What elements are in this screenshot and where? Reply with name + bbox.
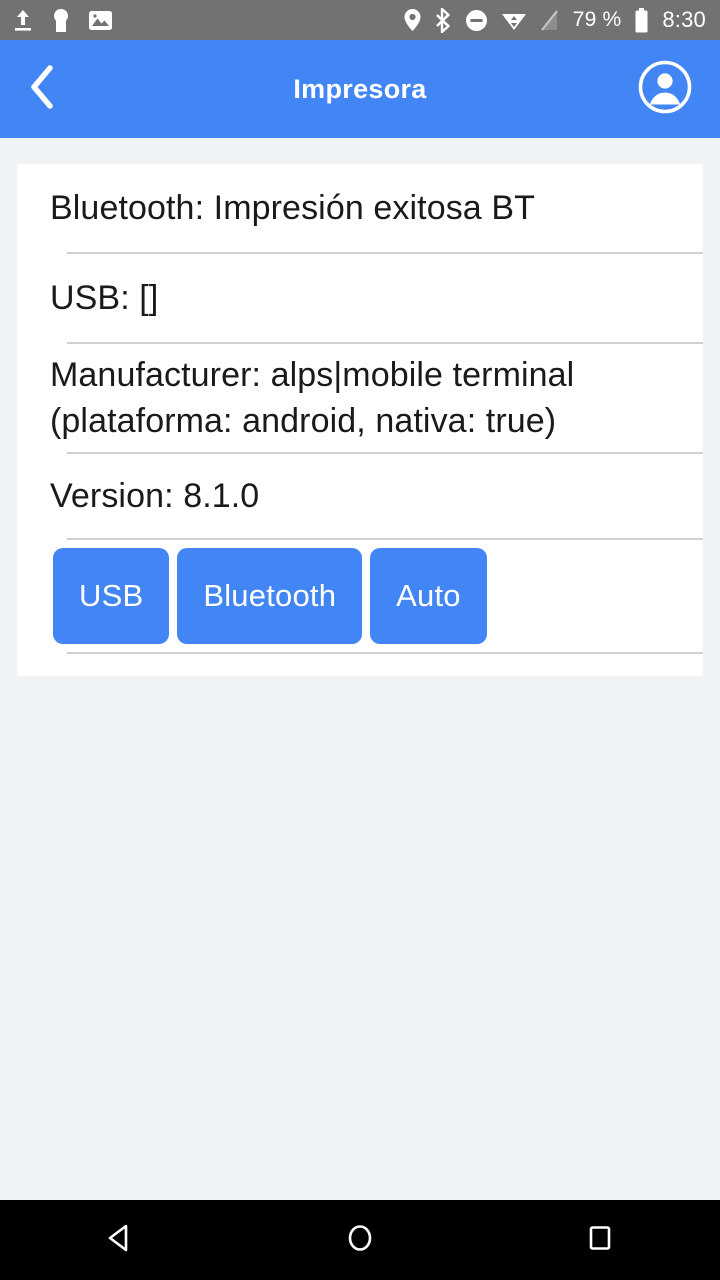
do-not-disturb-icon: [465, 9, 488, 32]
info-row-manufacturer: Manufacturer: alps|mobile terminal (plat…: [17, 344, 703, 452]
page-title: Impresora: [293, 73, 427, 104]
info-row-version-text: Version: 8.1.0: [50, 477, 260, 515]
chevron-left-icon: [27, 64, 57, 115]
bluetooth-icon: [435, 7, 452, 33]
info-row-bluetooth-text: Bluetooth: Impresión exitosa BT: [50, 189, 536, 227]
usb-debug-icon: [52, 8, 70, 33]
printer-info-card: Bluetooth: Impresión exitosa BT USB: [] …: [17, 164, 703, 676]
app-bar: Impresora: [0, 40, 720, 138]
auto-button[interactable]: Auto: [370, 548, 487, 644]
nav-recents-icon: [583, 1221, 617, 1260]
nav-back-icon: [103, 1221, 137, 1260]
wifi-icon: [501, 9, 527, 31]
nav-home-icon: [343, 1221, 377, 1260]
location-icon: [403, 8, 422, 32]
android-navigation-bar: [0, 1200, 720, 1280]
usb-button[interactable]: USB: [53, 548, 170, 644]
status-bar-clock: 8:30: [662, 7, 706, 32]
back-button[interactable]: [14, 61, 70, 117]
info-row-bluetooth: Bluetooth: Impresión exitosa BT: [17, 164, 703, 252]
row-separator: [67, 652, 703, 654]
battery-percent-label: 79 %: [572, 8, 622, 31]
info-row-manufacturer-text: Manufacturer: alps|mobile terminal (plat…: [50, 356, 575, 440]
status-bar-left-icons: [12, 8, 113, 33]
upload-icon: [12, 8, 34, 32]
info-row-version: Version: 8.1.0: [17, 454, 703, 538]
nav-recents-button[interactable]: [555, 1200, 645, 1280]
no-signal-icon: [540, 9, 560, 32]
connection-buttons-row: USB Bluetooth Auto: [17, 540, 703, 652]
info-row-usb: USB: []: [17, 254, 703, 342]
connection-buttons: USB Bluetooth Auto: [53, 548, 487, 644]
nav-back-button[interactable]: [75, 1200, 165, 1280]
account-button[interactable]: [636, 60, 694, 118]
status-bar-right-icons: 79 % 8:30: [403, 7, 706, 33]
status-bar: 79 % 8:30: [0, 0, 720, 40]
battery-icon: [634, 7, 649, 33]
nav-home-button[interactable]: [315, 1200, 405, 1280]
content-area: Bluetooth: Impresión exitosa BT USB: [] …: [0, 138, 720, 1280]
image-icon: [88, 9, 113, 32]
info-row-usb-text: USB: []: [50, 279, 159, 317]
account-circle-icon: [637, 59, 693, 120]
bluetooth-button[interactable]: Bluetooth: [177, 548, 363, 644]
